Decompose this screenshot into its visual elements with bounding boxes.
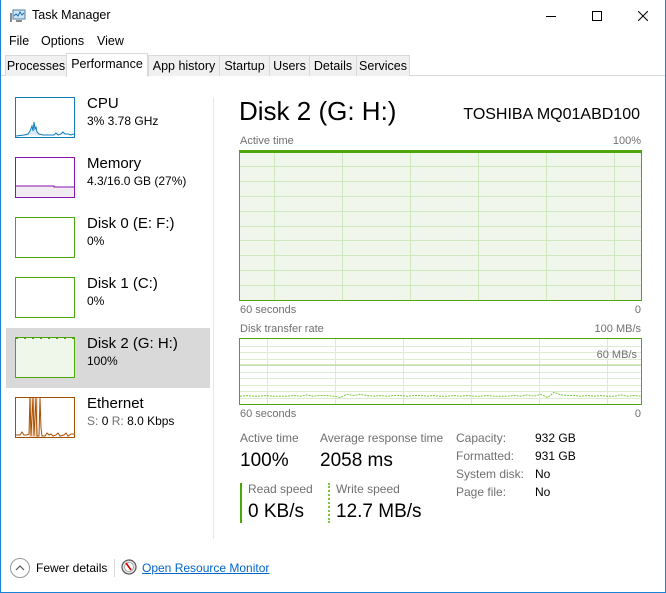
tab-bar: Processes Performance App history Startu… [1,52,665,77]
open-resource-monitor-link[interactable]: Open Resource Monitor [142,561,269,575]
transfer-rate-x-left: 60 seconds [240,408,297,420]
sidebar-item-memory[interactable]: Memory 4.3/16.0 GB (27%) [6,148,210,208]
ethernet-thumbnail-graph [15,397,75,438]
system-disk-value: No [535,467,551,481]
active-time-graph-label: Active time [240,135,294,147]
cpu-title: CPU [87,95,119,112]
fewer-details-label[interactable]: Fewer details [36,561,107,575]
disk0-thumbnail-graph [15,217,75,258]
disk2-thumbnail-graph [15,337,75,378]
avg-response-label: Average response time [320,431,444,445]
task-manager-window: Task Manager File Options View Processes… [0,0,666,593]
read-speed-value: 0 KB/s [248,501,304,522]
sidebar-item-ethernet[interactable]: Ethernet S: 0 R: 8.0 Kbps [6,388,210,448]
cpu-thumbnail-graph [15,97,75,138]
transfer-rate-graph: 60 MB/s [239,338,642,405]
formatted-label: Formatted: [456,449,515,463]
send-value: 0 [101,414,109,428]
formatted-value: 931 GB [535,449,576,463]
disk2-title: Disk 2 (G: H:) [87,335,178,352]
menu-bar: File Options View [1,31,665,51]
ethernet-title: Ethernet [87,395,144,412]
page-file-label: Page file: [456,485,507,499]
sidebar-item-cpu[interactable]: CPU 3% 3.78 GHz [6,88,210,148]
active-time-graph-max: 100% [612,135,641,147]
memory-thumbnail-graph [15,157,75,198]
memory-subtitle: 4.3/16.0 GB (27%) [87,174,187,188]
ethernet-subtitle: S: 0 R: 8.0 Kbps [87,414,174,428]
send-label: S: [87,414,99,428]
disk-model: TOSHIBA MQ01ABD100 [463,106,640,123]
transfer-rate-x-right: 0 [634,408,641,420]
active-time-x-left: 60 seconds [240,304,297,316]
write-speed-label: Write speed [336,482,400,496]
transfer-rate-graph-max: 100 MB/s [594,323,641,335]
cpu-subtitle: 3% 3.78 GHz [87,114,159,128]
transfer-rate-marker-label: 60 MB/s [596,349,637,361]
minimize-icon [546,15,556,17]
write-speed-legend-line [328,483,330,523]
footer-divider [114,559,115,577]
tab-services[interactable]: Services [356,55,410,76]
menu-file[interactable]: File [9,34,29,48]
disk1-title: Disk 1 (C:) [87,275,158,292]
sidebar-item-disk0[interactable]: Disk 0 (E: F:) 0% [6,208,210,268]
disk0-subtitle: 0% [87,234,105,248]
resource-monitor-icon [121,559,137,575]
active-time-stat-value: 100% [240,450,289,471]
menu-view[interactable]: View [97,34,124,48]
disk2-subtitle: 100% [87,354,118,368]
disk1-thumbnail-graph [15,277,75,318]
chevron-up-icon [15,565,25,571]
disk0-title: Disk 0 (E: F:) [87,215,175,232]
tab-app-history[interactable]: App history [148,55,220,76]
task-manager-app-icon [10,9,26,22]
transfer-bg [240,339,641,404]
close-icon [638,10,648,21]
title-bar[interactable]: Task Manager [1,0,665,31]
active-time-x-right: 0 [634,304,641,316]
tab-startup[interactable]: Startup [219,55,270,76]
menu-options[interactable]: Options [41,34,84,48]
read-speed-legend-line [240,483,242,523]
tab-users[interactable]: Users [269,55,310,76]
window-title: Task Manager [32,8,111,22]
tab-performance[interactable]: Performance [66,53,148,77]
tab-processes[interactable]: Processes [5,55,67,76]
sidebar-item-disk2[interactable]: Disk 2 (G: H:) 100% [6,328,210,388]
receive-value: 8.0 Kbps [127,414,175,428]
maximize-icon [592,10,602,21]
active-time-stat-label: Active time [240,431,299,445]
disk-title: Disk 2 (G: H:) [239,96,397,126]
fewer-details-button[interactable] [10,558,30,578]
transfer-rate-graph-label: Disk transfer rate [240,323,324,335]
system-disk-label: System disk: [456,467,525,481]
receive-label: R: [111,414,124,428]
write-speed-value: 12.7 MB/s [336,501,422,522]
memory-title: Memory [87,155,142,172]
page-file-value: No [535,485,551,499]
sidebar-divider [213,97,214,539]
maximize-button[interactable] [574,0,620,31]
avg-response-value: 2058 ms [320,450,393,471]
close-button[interactable] [620,0,666,31]
disk1-subtitle: 0% [87,294,105,308]
minimize-button[interactable] [528,0,574,31]
tab-details[interactable]: Details [309,55,357,76]
read-speed-label: Read speed [248,482,313,496]
sidebar-item-disk1[interactable]: Disk 1 (C:) 0% [6,268,210,328]
capacity-value: 932 GB [535,431,576,445]
capacity-label: Capacity: [456,431,507,445]
active-time-graph [239,150,642,301]
